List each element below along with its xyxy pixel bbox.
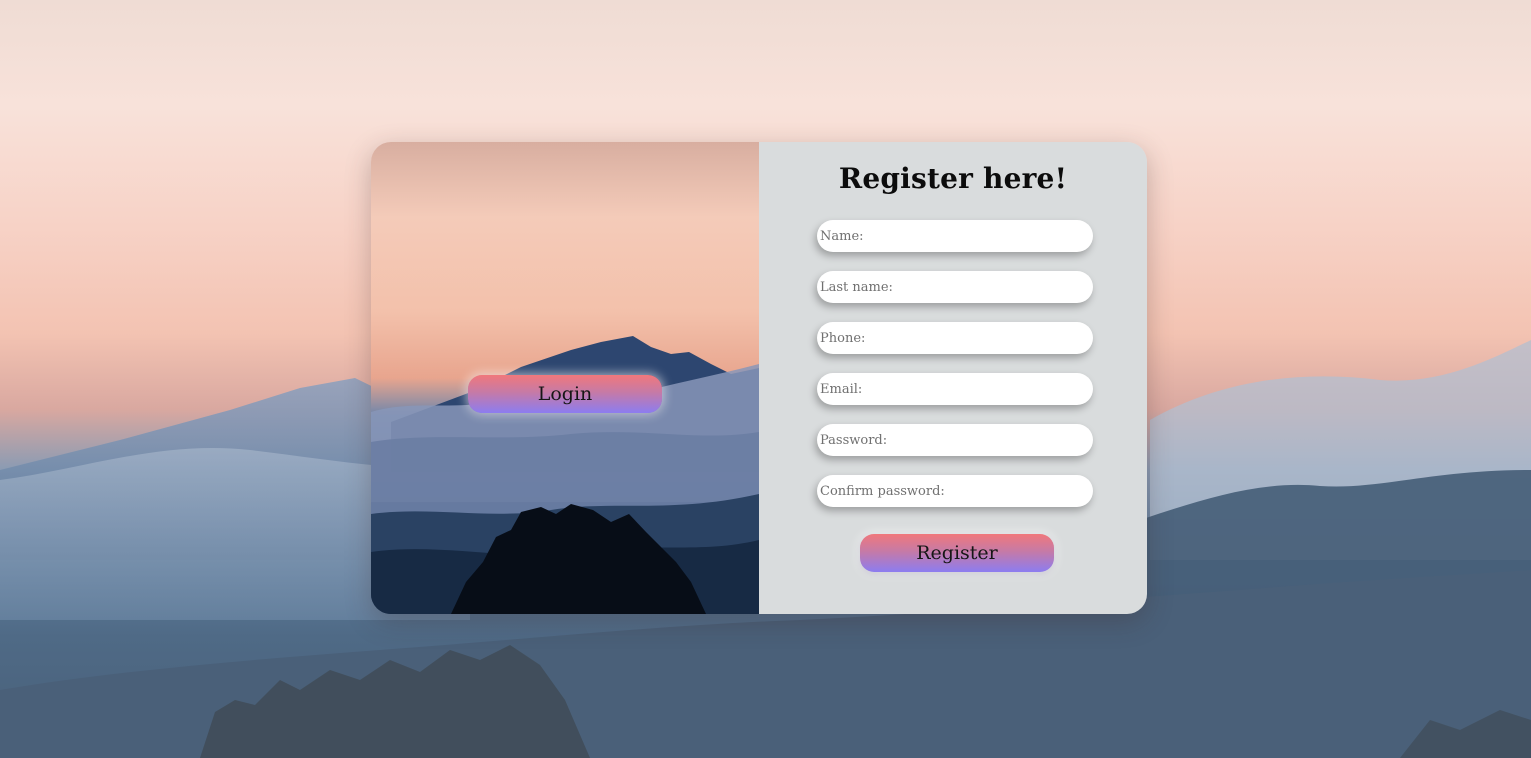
register-form-panel: Register here! Register xyxy=(759,142,1147,614)
register-button[interactable]: Register xyxy=(860,534,1054,572)
last-name-input[interactable] xyxy=(817,271,1093,303)
login-image-panel: Login xyxy=(371,142,759,614)
form-title: Register here! xyxy=(838,162,1068,195)
confirm-password-input[interactable] xyxy=(817,475,1093,507)
auth-card: Login Register here! Register xyxy=(371,142,1147,614)
email-input[interactable] xyxy=(817,373,1093,405)
password-input[interactable] xyxy=(817,424,1093,456)
name-input[interactable] xyxy=(817,220,1093,252)
login-button[interactable]: Login xyxy=(468,375,662,413)
phone-input[interactable] xyxy=(817,322,1093,354)
